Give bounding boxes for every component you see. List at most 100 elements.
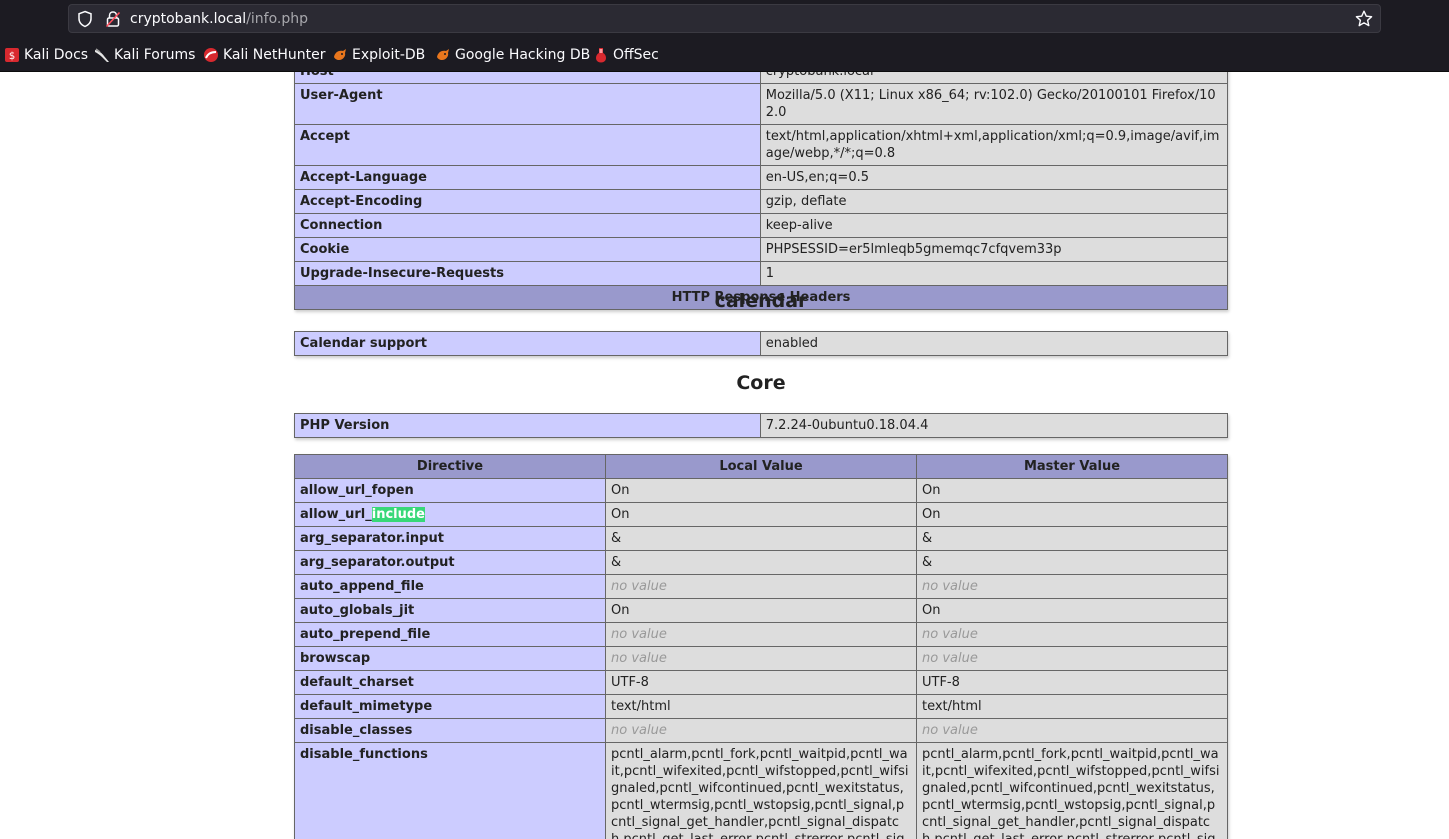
table-row: disable_functions pcntl_alarm,pcntl_fork,… [294,742,1228,839]
php-version-table: PHP Version 7.2.24-0ubuntu0.18.04.4 [294,413,1229,438]
master-value: On [916,502,1228,527]
exploit-db-icon [334,49,346,60]
insecure-lock-icon[interactable] [105,10,121,28]
header-name: Host [294,72,761,84]
tracking-protection-shield-icon[interactable] [76,10,94,28]
bookmark-kali-nethunter[interactable]: Kali NetHunter [203,43,325,67]
section-title-core[interactable]: Core [294,372,1228,394]
page-content: Host cryptobank.local User-Agent Mozilla… [0,72,1449,839]
local-value: On [605,598,917,623]
bookmark-star-icon[interactable] [1354,9,1374,29]
local-value: & [605,526,917,551]
column-header-directive: Directive [294,454,606,479]
bookmark-label: Kali Forums [114,47,196,63]
bookmark-label: Google Hacking DB [455,47,591,63]
local-value: no value [605,646,917,671]
bookmark-kali-docs[interactable]: $ Kali Docs [4,43,88,67]
local-value: UTF-8 [605,670,917,695]
kali-nethunter-icon [204,48,218,62]
header-value: gzip, deflate [759,189,1229,214]
table-row: Host cryptobank.local [294,72,1229,84]
master-value: UTF-8 [916,670,1228,695]
table-row: arg_separator.output & & [294,550,1228,575]
directive-name: allow_url_fopen [294,478,606,503]
no-value-text: no value [611,723,667,738]
bookmark-exploit-db[interactable]: Exploit-DB [332,43,425,67]
header-name: Upgrade-Insecure-Requests [294,261,761,286]
url-path: /info.php [246,11,309,27]
header-value: 1 [759,261,1229,286]
request-headers-table: Host cryptobank.local User-Agent Mozilla… [294,72,1229,310]
directive-name: allow_url_include [294,502,606,527]
table-row: allow_url_fopen On On [294,478,1228,503]
table-row: auto_prepend_file no value no value [294,622,1228,647]
bookmark-google-hacking-db[interactable]: Google Hacking DB [435,43,590,67]
master-value: no value [916,718,1228,743]
master-value: & [916,526,1228,551]
local-value: On [605,502,917,527]
table-row: arg_separator.input & & [294,526,1228,551]
table-row: auto_append_file no value no value [294,574,1228,599]
url-text[interactable]: cryptobank.local/info.php [130,10,308,28]
local-value: no value [605,718,917,743]
header-value: PHPSESSID=er5lmleqb5gmemqc7cfqvem33p [759,237,1229,262]
table-row: Connection keep-alive [294,213,1229,238]
master-value: On [916,478,1228,503]
table-row: PHP Version 7.2.24-0ubuntu0.18.04.4 [294,413,1229,438]
header-value: keep-alive [759,213,1229,238]
setting-name: PHP Version [294,413,761,438]
directive-name: auto_append_file [294,574,606,599]
find-highlight: include [371,507,426,522]
directive-name: default_charset [294,670,606,695]
directive-name: arg_separator.input [294,526,606,551]
master-value: pcntl_alarm,pcntl_fork,pcntl_waitpid,pcn… [916,742,1228,839]
setting-value: enabled [759,331,1229,356]
table-row: Accept text/html,application/xhtml+xml,a… [294,124,1229,166]
no-value-text: no value [922,579,978,594]
directive-name-text: allow_url_ [300,507,372,522]
column-header-master: Master Value [916,454,1228,479]
local-value: & [605,550,917,575]
master-value: no value [916,622,1228,647]
bookmarks-toolbar: $ Kali Docs Kali Forums Kali NetHunter E… [0,43,1449,67]
column-header-local: Local Value [605,454,917,479]
header-name: Accept-Language [294,165,761,190]
address-bar[interactable]: cryptobank.local/info.php [68,4,1381,33]
header-name: User-Agent [294,83,761,125]
bookmark-offsec[interactable]: OffSec [593,43,659,67]
bookmark-label: Kali NetHunter [223,47,326,63]
no-value-text: no value [611,627,667,642]
calendar-table: Calendar support enabled [294,331,1229,356]
table-row: default_mimetype text/html text/html [294,694,1228,719]
table-row: Cookie PHPSESSID=er5lmleqb5gmemqc7cfqvem… [294,237,1229,262]
master-value: On [916,598,1228,623]
directive-name: disable_functions [294,742,606,839]
local-value: On [605,478,917,503]
header-value: cryptobank.local [759,72,1229,84]
master-value: & [916,550,1228,575]
browser-toolbar: cryptobank.local/info.php $ Kali Docs Ka… [0,0,1449,72]
kali-forums-icon [95,48,109,62]
table-row: disable_classes no value no value [294,718,1228,743]
directive-name: browscap [294,646,606,671]
header-value: text/html,application/xhtml+xml,applicat… [759,124,1229,166]
no-value-text: no value [611,651,667,666]
local-value: pcntl_alarm,pcntl_fork,pcntl_waitpid,pcn… [605,742,917,839]
bookmark-label: Kali Docs [24,47,89,63]
table-row: Calendar support enabled [294,331,1229,356]
google-hacking-db-icon [437,49,449,60]
header-name: Cookie [294,237,761,262]
table-row: browscap no value no value [294,646,1228,671]
section-title-calendar[interactable]: calendar [294,290,1228,312]
setting-value: 7.2.24-0ubuntu0.18.04.4 [759,413,1229,438]
bookmark-label: Exploit-DB [352,47,426,63]
header-value: Mozilla/5.0 (X11; Linux x86_64; rv:102.0… [759,83,1229,125]
no-value-text: no value [611,579,667,594]
table-row: Accept-Encoding gzip, deflate [294,189,1229,214]
kali-docs-icon: $ [5,48,19,62]
bookmark-label: OffSec [613,47,659,63]
bookmark-kali-forums[interactable]: Kali Forums [94,43,195,67]
local-value: text/html [605,694,917,719]
no-value-text: no value [922,627,978,642]
directive-name: auto_prepend_file [294,622,606,647]
